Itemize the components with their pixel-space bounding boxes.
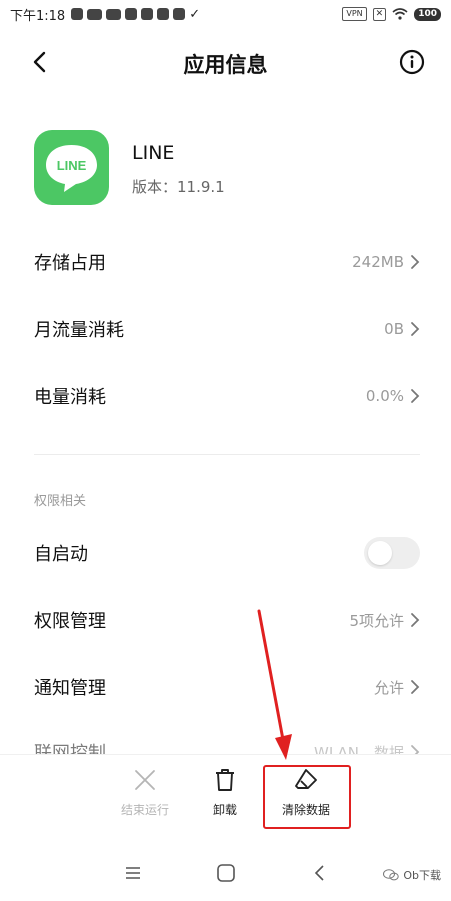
close-icon (135, 770, 155, 790)
menu-button[interactable] (119, 859, 147, 887)
autostart-toggle[interactable] (364, 537, 420, 569)
chevron-right-icon (411, 322, 420, 336)
row-notification-management[interactable]: 通知管理 允许 (34, 669, 420, 705)
eraser-icon (295, 769, 317, 789)
system-nav-bar: Ob下载 (0, 845, 451, 901)
status-bar: 下午1:18 ✓ VPN ✕ 100 (0, 0, 451, 28)
app-version: 版本：11.9.1 (132, 178, 225, 196)
section-title-permissions: 权限相关 (34, 494, 87, 509)
back-nav-button[interactable] (306, 859, 334, 887)
trash-notification-icon (71, 8, 84, 20)
row-autostart: 自启动 (34, 535, 420, 571)
back-nav-icon (314, 865, 324, 881)
row-battery[interactable]: 电量消耗 0.0% (34, 378, 420, 414)
row-value: 0B (384, 320, 404, 338)
home-button[interactable] (212, 859, 240, 887)
no-sim-icon: ✕ (372, 7, 387, 21)
app-notification-icon (173, 8, 186, 20)
row-label: 自启动 (34, 544, 88, 565)
app-header: 应用信息 (0, 40, 451, 84)
watermark-text: Ob下载 (403, 869, 441, 882)
app-notification-icon (141, 8, 154, 20)
row-storage[interactable]: 存储占用 242MB (34, 244, 420, 280)
vpn-icon: VPN (342, 7, 367, 21)
uninstall-button[interactable]: 卸载 (185, 767, 265, 818)
check-notification-icon: ✓ (189, 6, 201, 22)
video-notification-icon (106, 8, 122, 20)
chevron-right-icon (411, 680, 420, 694)
home-icon (217, 864, 235, 882)
action-label: 结束运行 (120, 803, 169, 817)
app-icon-text: LINE (57, 158, 87, 173)
chevron-right-icon (411, 255, 420, 269)
trash-icon (216, 769, 234, 791)
menu-icon (126, 867, 140, 879)
row-label: 电量消耗 (34, 387, 106, 408)
row-value: 5项允许 (349, 611, 404, 630)
row-label: 存储占用 (34, 253, 106, 274)
row-label: 通知管理 (34, 678, 106, 699)
video-notification-icon (87, 8, 103, 20)
info-button[interactable] (399, 49, 425, 75)
chevron-right-icon (411, 613, 420, 627)
line-app-icon: LINE (34, 130, 109, 205)
action-label: 卸载 (212, 803, 237, 817)
wifi-icon (392, 8, 408, 20)
section-divider (34, 454, 420, 455)
toggle-knob (368, 541, 392, 565)
info-icon (399, 49, 425, 75)
status-time: 下午1:18 (10, 8, 66, 24)
wechat-icon (383, 869, 400, 881)
row-data-usage[interactable]: 月流量消耗 0B (34, 311, 420, 347)
page-title: 应用信息 (183, 53, 268, 77)
clear-data-button[interactable]: 清除数据 (266, 767, 346, 818)
watermark: Ob下载 (383, 867, 441, 883)
app-summary: LINE LINE 版本：11.9.1 (34, 130, 424, 206)
row-value: 0.0% (365, 387, 404, 405)
row-permission-management[interactable]: 权限管理 5项允许 (34, 602, 420, 638)
force-stop-button[interactable]: 结束运行 (105, 767, 185, 818)
chevron-right-icon (411, 389, 420, 403)
row-label: 权限管理 (34, 611, 106, 632)
battery-icon: 100 (414, 7, 441, 21)
app-notification-icon (157, 8, 170, 20)
puzzle-notification-icon (125, 8, 138, 20)
row-value: 242MB (352, 253, 404, 271)
status-notification-icons: ✓ (71, 7, 200, 22)
row-value: 允许 (373, 678, 404, 697)
bottom-action-bar: 结束运行 卸载 清除数据 (0, 754, 451, 834)
row-label: 月流量消耗 (34, 320, 124, 341)
app-name: LINE (132, 142, 175, 164)
action-label: 清除数据 (281, 803, 330, 817)
